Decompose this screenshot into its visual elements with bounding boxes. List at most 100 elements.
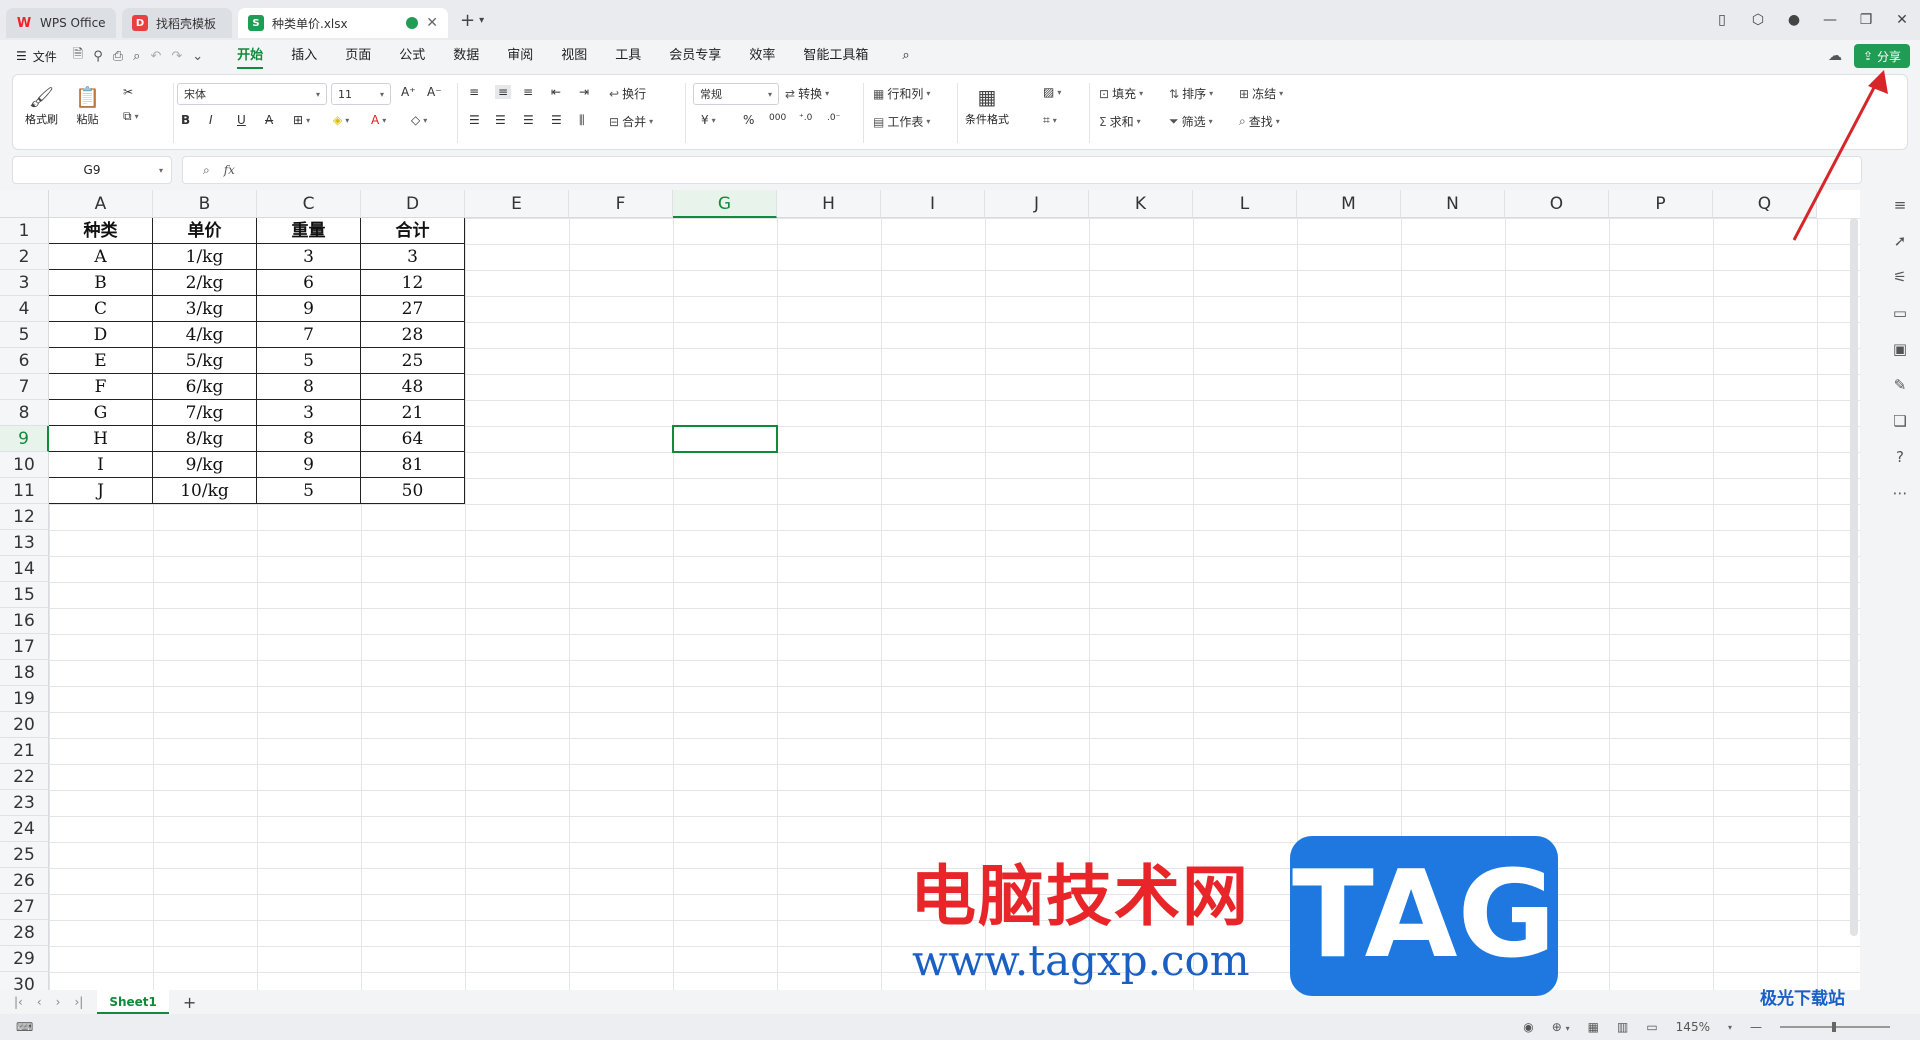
paste-button[interactable]: 📋 粘贴 — [75, 83, 100, 127]
decrease-font-icon[interactable]: A⁻ — [427, 85, 442, 99]
column-header-o[interactable]: O — [1505, 190, 1609, 218]
table-cell[interactable]: E — [49, 348, 153, 374]
column-header-b[interactable]: B — [153, 190, 257, 218]
column-header-e[interactable]: E — [465, 190, 569, 218]
function-icon[interactable]: fx — [224, 163, 235, 177]
table-cell[interactable]: 4/kg — [153, 322, 257, 348]
fill-button[interactable]: ⊡ 填充 ▾ — [1099, 85, 1143, 102]
zoom-out-icon[interactable]: — — [1750, 1020, 1762, 1034]
normal-view-icon[interactable]: ▦ — [1588, 1020, 1599, 1034]
row-header-16[interactable]: 16 — [0, 608, 49, 634]
freeze-button[interactable]: ⊞ 冻结 ▾ — [1239, 85, 1283, 102]
table-cell[interactable]: 3/kg — [153, 296, 257, 322]
table-cell[interactable]: F — [49, 374, 153, 400]
tab-page[interactable]: 页面 — [331, 40, 385, 72]
table-cell[interactable]: C — [49, 296, 153, 322]
page-layout-icon[interactable]: ▥ — [1617, 1020, 1628, 1034]
tab-insert[interactable]: 插入 — [277, 40, 331, 72]
copy-icon[interactable]: ⧉ ▾ — [123, 109, 139, 124]
row-header-17[interactable]: 17 — [0, 634, 49, 660]
table-cell[interactable]: 9 — [257, 296, 361, 322]
align-right-icon[interactable]: ☰ — [523, 113, 534, 127]
currency-icon[interactable]: ¥ ▾ — [701, 113, 716, 127]
chevron-down-icon[interactable]: ▾ — [159, 166, 163, 175]
row-header-1[interactable]: 1 — [0, 218, 49, 244]
tab-tools[interactable]: 工具 — [601, 40, 655, 72]
sheet-tab-sheet1[interactable]: Sheet1 — [97, 990, 169, 1014]
table-cell[interactable]: 6 — [257, 270, 361, 296]
cube-icon[interactable]: ⬡ — [1740, 12, 1776, 28]
align-middle-icon[interactable]: ≡ — [495, 85, 512, 99]
row-header-10[interactable]: 10 — [0, 452, 49, 478]
row-header-13[interactable]: 13 — [0, 530, 49, 556]
eye-icon[interactable]: ◉ — [1523, 1020, 1533, 1034]
table-cell[interactable]: 8 — [257, 374, 361, 400]
table-cell[interactable]: 8/kg — [153, 426, 257, 452]
convert-button[interactable]: ⇄ 转换 ▾ — [785, 85, 829, 102]
row-header-15[interactable]: 15 — [0, 582, 49, 608]
wrap-button[interactable]: ↩ 换行 — [609, 85, 646, 102]
crop-icon[interactable]: ⌗ ▾ — [1043, 113, 1057, 128]
column-header-c[interactable]: C — [257, 190, 361, 218]
table-cell[interactable]: 7/kg — [153, 400, 257, 426]
tools-icon[interactable]: ✎ — [1894, 376, 1907, 394]
distribute-icon[interactable]: ⫼ — [579, 113, 585, 128]
row-header-11[interactable]: 11 — [0, 478, 49, 504]
font-name-select[interactable]: 宋体 ▾ — [177, 83, 327, 105]
align-left-icon[interactable]: ☰ — [469, 113, 480, 127]
row-header-6[interactable]: 6 — [0, 348, 49, 374]
table-cell[interactable]: 64 — [361, 426, 465, 452]
number-format-select[interactable]: 常规 ▾ — [693, 83, 779, 105]
increase-font-icon[interactable]: A⁺ — [401, 85, 416, 99]
merge-button[interactable]: ⊟ 合并 ▾ — [609, 113, 653, 130]
table-cell[interactable]: 3 — [257, 244, 361, 270]
formula-input[interactable]: ⌕ fx — [182, 156, 1862, 184]
row-header-2[interactable]: 2 — [0, 244, 49, 270]
clear-icon[interactable]: ◇ ▾ — [411, 113, 427, 127]
conditional-format-button[interactable]: ▦ 条件格式 — [965, 83, 1009, 127]
table-cell[interactable]: 28 — [361, 322, 465, 348]
align-bottom-icon[interactable]: ≡ — [523, 85, 533, 99]
table-cell[interactable]: 81 — [361, 452, 465, 478]
sort-button[interactable]: ⇅ 排序 ▾ — [1169, 85, 1213, 102]
select-all-corner[interactable] — [0, 190, 49, 218]
cell-style-icon[interactable]: ▨ ▾ — [1043, 85, 1061, 99]
row-header-21[interactable]: 21 — [0, 738, 49, 764]
settings-sliders-icon[interactable]: ⚟ — [1893, 268, 1906, 286]
table-cell[interactable]: 25 — [361, 348, 465, 374]
column-header-k[interactable]: K — [1089, 190, 1193, 218]
table-cell[interactable]: H — [49, 426, 153, 452]
table-header-cell[interactable]: 重量 — [257, 218, 361, 244]
macro-icon[interactable]: ⌨ — [16, 1020, 33, 1034]
table-cell[interactable]: 8 — [257, 426, 361, 452]
tab-view[interactable]: 视图 — [547, 40, 601, 72]
prev-sheet-icon[interactable]: ‹ — [37, 995, 42, 1009]
zoom-level[interactable]: 145% — [1676, 1020, 1710, 1034]
tab-formulas[interactable]: 公式 — [385, 40, 439, 72]
increase-decimal-icon[interactable]: ⁺.0 — [799, 113, 812, 123]
row-header-25[interactable]: 25 — [0, 842, 49, 868]
row-header-23[interactable]: 23 — [0, 790, 49, 816]
share-button[interactable]: ⇪ 分享 — [1854, 44, 1910, 68]
row-header-28[interactable]: 28 — [0, 920, 49, 946]
tab-review[interactable]: 审阅 — [493, 40, 547, 72]
table-cell[interactable]: 6/kg — [153, 374, 257, 400]
tab-member[interactable]: 会员专享 — [655, 40, 735, 72]
undo-icon[interactable]: ↶ — [150, 49, 161, 64]
tab-wps-office[interactable]: W WPS Office — [6, 8, 116, 38]
table-cell[interactable]: 5 — [257, 348, 361, 374]
table-cell[interactable]: 3 — [257, 400, 361, 426]
table-header-cell[interactable]: 种类 — [49, 218, 153, 244]
avatar[interactable]: ● — [1776, 12, 1812, 28]
tab-smart-toolbox[interactable]: 智能工具箱 — [789, 40, 882, 72]
tab-spreadsheet-file[interactable]: S 种类单价.xlsx ✕ — [238, 8, 448, 38]
row-header-14[interactable]: 14 — [0, 556, 49, 582]
decrease-decimal-icon[interactable]: .0⁻ — [827, 113, 840, 123]
table-cell[interactable]: I — [49, 452, 153, 478]
table-cell[interactable]: 9/kg — [153, 452, 257, 478]
align-center-icon[interactable]: ☰ — [495, 113, 506, 127]
table-cell[interactable]: 7 — [257, 322, 361, 348]
indent-increase-icon[interactable]: ⇥ — [579, 85, 589, 99]
name-box[interactable]: G9 ▾ — [12, 156, 172, 184]
row-header-20[interactable]: 20 — [0, 712, 49, 738]
